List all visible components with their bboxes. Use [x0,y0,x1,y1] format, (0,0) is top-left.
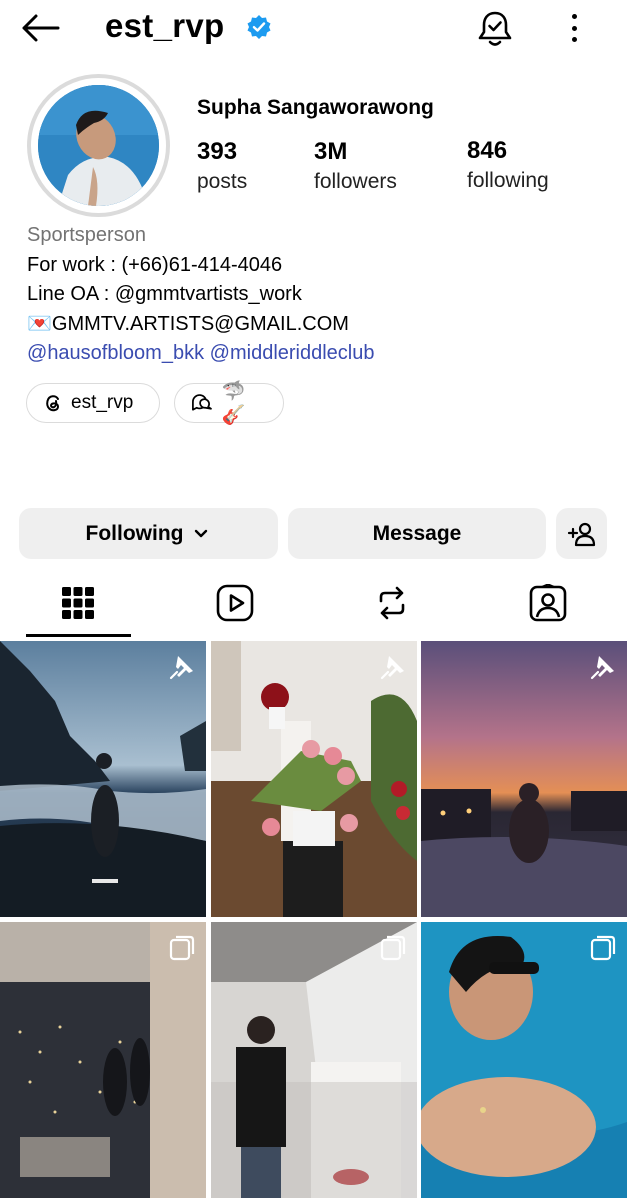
tagged-icon [529,584,567,622]
full-name: Supha Sangaworawong [197,96,434,119]
back-button[interactable] [18,8,62,48]
profile-bio: Sportsperson For work : (+66)61-414-4046… [27,221,375,369]
tab-reels[interactable] [183,570,287,636]
add-person-icon [567,522,595,546]
chat-bubbles-icon [192,394,212,411]
notes-chip-label: 🦈🎸 [221,381,246,426]
active-tab-indicator [26,634,131,637]
carousel-icon [169,935,195,961]
following-button[interactable]: Following [19,508,278,559]
following-button-label: Following [85,521,184,545]
post-photo [0,922,206,1198]
post-photo [421,641,627,917]
followers-label: followers [314,170,397,193]
verified-badge-icon [247,15,271,39]
bio-link-middleriddle-text: middleriddleclub [229,342,375,364]
following-stat[interactable]: 846 following [467,137,549,193]
top-bar: est_rvp [0,0,627,60]
post-tile[interactable] [421,922,627,1198]
post-tile[interactable] [0,922,206,1198]
post-photo [211,641,417,917]
bio-line-work: For work : (+66)61-414-4046 [27,253,283,276]
post-tile[interactable] [211,641,417,917]
arrow-left-icon [22,14,60,42]
tab-reposts[interactable] [340,570,444,636]
love-letter-emoji: 💌 [27,312,52,335]
profile-tabs [0,570,627,638]
chevron-down-icon [195,529,208,537]
threads-inline-icon: @ [114,283,136,305]
bio-email-text: GMMTV.ARTISTS@GMAIL.COM [51,312,349,335]
avatar [38,85,159,206]
carousel-icon [380,935,406,961]
followers-count: 3M [314,138,348,165]
bio-link-hausofbloom[interactable]: @hausofbloom_bkk [27,342,204,364]
post-tile[interactable] [0,641,206,917]
profile-category: Sportsperson [27,224,146,246]
pin-icon [380,656,404,680]
suggest-people-button[interactable] [556,508,607,559]
post-photo [211,922,417,1198]
post-photo [421,922,627,1198]
bio-line-lineoa-handle: gmmtvartists_work [135,283,302,305]
bio-links: @hausofbloom_bkk @middleriddleclub [27,339,375,369]
bio-line-lineoa-prefix: Line OA : [27,283,115,305]
threads-chip-label: est_rvp [71,392,134,413]
post-tile[interactable] [211,922,417,1198]
posts-label: posts [197,170,248,193]
bio-line-email: 💌GMMTV.ARTISTS@GMAIL.COM [27,310,375,340]
message-button-label: Message [372,521,462,545]
profile-username: est_rvp [105,7,225,44]
bell-check-icon [478,11,512,46]
notifications-button[interactable] [474,8,516,50]
dot [571,14,577,19]
threads-chip[interactable]: est_rvp [26,383,160,423]
bio-link-hausofbloom-text: hausofbloom_bkk [47,342,205,364]
bio-link-middleriddle[interactable]: @middleriddleclub [210,342,375,364]
tab-tagged[interactable] [496,570,600,636]
pin-icon [590,656,614,680]
post-photo [0,641,206,917]
post-tile[interactable] [421,641,627,917]
dot [571,25,577,31]
posts-stat[interactable]: 393 posts [197,138,247,194]
dot [571,37,577,42]
carousel-icon [590,935,616,961]
notes-chip[interactable]: 🦈🎸 [174,381,284,426]
reels-icon [216,584,254,622]
followers-stat[interactable]: 3M followers [314,138,397,194]
following-label: following [467,169,549,192]
pin-icon [169,656,193,680]
repost-icon [379,586,405,620]
threads-icon [46,395,59,412]
following-count: 846 [467,137,508,164]
grid-icon [62,587,94,619]
message-button[interactable]: Message [288,508,546,559]
profile-avatar-ring[interactable] [27,74,170,217]
bio-line-lineoa: Line OA : @gmmtvartists_work [27,280,375,310]
posts-count: 393 [197,138,238,165]
tab-grid[interactable] [26,570,130,636]
more-options-button[interactable] [560,10,588,46]
posts-grid [0,641,627,1199]
